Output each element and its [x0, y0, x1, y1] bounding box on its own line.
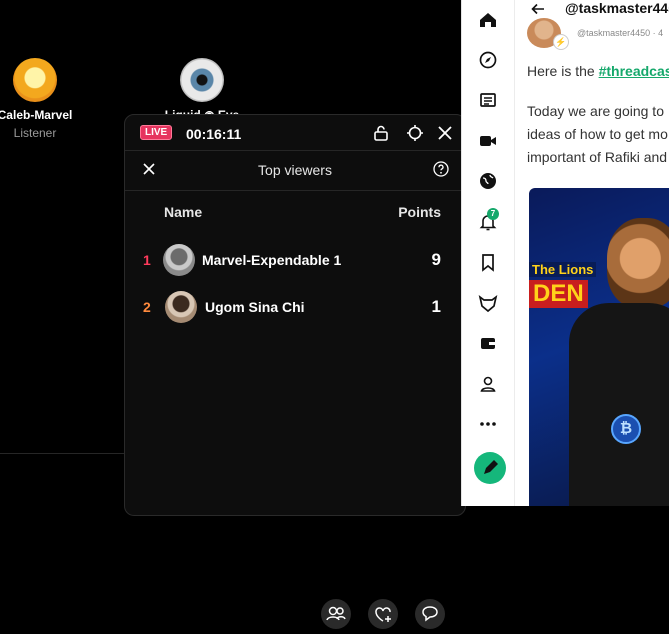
lightning-badge-icon: ⚡	[553, 34, 569, 50]
person-jacket	[569, 303, 669, 506]
news-icon[interactable]	[478, 90, 498, 110]
divider	[125, 150, 465, 151]
image-caption-top: The Lions	[529, 262, 597, 277]
space-timer: 00:16:11	[186, 126, 242, 142]
post-line: Here is the #threadcas	[527, 63, 669, 79]
video-icon[interactable]	[478, 131, 498, 151]
fox-logo-icon[interactable]	[478, 293, 498, 313]
home-icon[interactable]	[478, 10, 498, 30]
chat-icon	[422, 606, 438, 622]
people-icon	[326, 606, 346, 621]
feed-column: @taskmaster4450 ⚡ @taskmaster4450 · 4 He…	[515, 0, 669, 506]
speaker-role: Listener	[13, 126, 57, 140]
viewer-row[interactable]: 2 Ugom Sina Chi 1	[125, 290, 465, 326]
column-header-name: Name	[164, 204, 203, 220]
sidebar: 7	[462, 0, 515, 506]
pencil-icon	[484, 460, 498, 474]
panel-title: Top viewers	[258, 162, 332, 178]
post-line: important of Rafiki and	[527, 149, 668, 165]
notification-badge: 7	[487, 208, 499, 220]
viewer-rank: 2	[143, 299, 151, 315]
wallet-icon[interactable]	[478, 333, 498, 353]
post-sub-handle: @taskmaster4450 · 4	[577, 28, 664, 38]
heart-plus-icon	[375, 607, 391, 622]
avatar	[180, 58, 224, 102]
unlock-icon[interactable]	[371, 123, 391, 143]
close-icon[interactable]	[435, 123, 455, 143]
viewer-points: 9	[431, 250, 441, 269]
right-pane: 7 @taskmaster4450 ⚡ @taskmaster4450 · 4 …	[461, 0, 669, 506]
viewer-row[interactable]: 1 Marvel-Expendable 1 9	[125, 243, 465, 279]
viewer-name: Marvel-Expendable 1	[202, 252, 342, 268]
people-button[interactable]	[321, 599, 351, 629]
hashtag-link[interactable]: #threadcas	[599, 63, 669, 79]
compose-button[interactable]	[474, 452, 506, 484]
avatar	[13, 58, 57, 102]
profile-icon[interactable]	[478, 374, 498, 394]
profile-handle: @taskmaster4450	[565, 0, 669, 16]
image-caption-bottom: DEN	[529, 280, 588, 308]
space-area: Caleb-Marvel Listener Liquid ◉ Eye LIVE …	[0, 0, 466, 629]
viewer-name: Ugom Sina Chi	[205, 299, 305, 315]
speaker-liquid-eye[interactable]: Liquid ◉ Eye	[160, 58, 244, 122]
globe-icon[interactable]	[478, 171, 498, 191]
explore-icon[interactable]	[478, 50, 498, 70]
more-icon[interactable]	[478, 414, 498, 434]
viewer-rank: 1	[143, 252, 151, 268]
avatar	[165, 291, 197, 323]
post-line: ideas of how to get mo	[527, 126, 668, 142]
help-icon[interactable]	[433, 161, 449, 177]
settings-icon[interactable]	[405, 123, 425, 143]
chat-button[interactable]	[415, 599, 445, 629]
avatar	[163, 244, 195, 276]
live-badge: LIVE	[140, 125, 173, 140]
post-line: Today we are going to	[527, 103, 664, 119]
bitcoin-icon: ₿	[611, 414, 641, 444]
divider	[125, 190, 465, 191]
back-arrow-icon[interactable]	[531, 2, 545, 16]
person-head	[607, 218, 669, 308]
post-image[interactable]: The Lions DEN ₿	[529, 188, 669, 506]
column-header-points: Points	[398, 204, 441, 220]
speaker-caleb[interactable]: Caleb-Marvel Listener	[0, 58, 76, 140]
speaker-name: Caleb-Marvel	[0, 108, 73, 122]
bookmark-icon[interactable]	[478, 252, 498, 272]
react-button[interactable]	[368, 599, 398, 629]
post-text-prefix: Here is the	[527, 63, 599, 79]
top-viewers-panel: LIVE 00:16:11 Top viewers Name Points 1	[124, 114, 466, 629]
viewer-points: 1	[431, 297, 441, 316]
